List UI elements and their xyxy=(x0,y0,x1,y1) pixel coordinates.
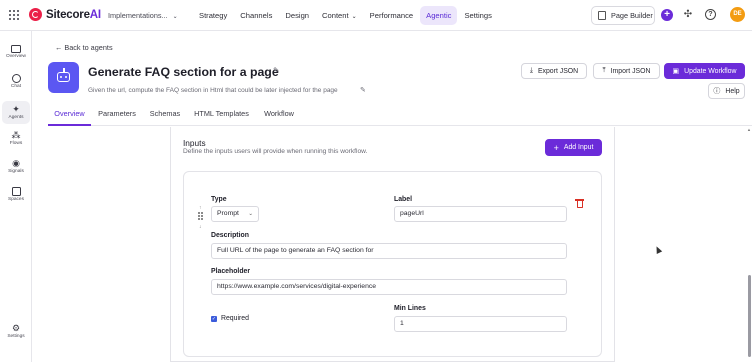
top-nav: Strategy Channels Design Content ⌄ Perfor… xyxy=(193,6,499,25)
update-workflow-button[interactable]: ▣ Update Workflow xyxy=(664,63,745,79)
sidebar-item-chat[interactable]: Chat xyxy=(2,71,30,94)
agent-robot-icon xyxy=(48,62,79,93)
type-select-value: Prompt xyxy=(217,210,239,217)
gear-icon: ⚙ xyxy=(11,323,21,333)
nav-agentic[interactable]: Agentic xyxy=(420,6,458,25)
monitor-icon xyxy=(11,45,21,53)
upload-icon: ⤒ xyxy=(602,67,606,74)
import-json-button[interactable]: ⤒ Import JSON xyxy=(593,63,660,79)
description-label: Description xyxy=(211,232,249,239)
placeholder-input[interactable]: https://www.example.com/services/digital… xyxy=(211,279,567,295)
nav-settings[interactable]: Settings xyxy=(458,6,497,25)
flows-icon: ⁂ xyxy=(11,130,21,140)
nav-strategy[interactable]: Strategy xyxy=(193,6,233,25)
help-circle-icon: ⓘ xyxy=(713,88,721,95)
tab-workflow[interactable]: Workflow xyxy=(258,105,300,126)
label-label: Label xyxy=(394,196,412,203)
chevron-down-icon: ⌄ xyxy=(248,211,253,217)
back-to-agents-link[interactable]: ← Back to agents xyxy=(55,43,113,52)
sparkle-icon: ✦ xyxy=(12,104,20,114)
user-avatar[interactable]: DE xyxy=(730,7,745,22)
required-label: Required xyxy=(221,315,249,322)
tab-bar: Overview Parameters Schemas HTML Templat… xyxy=(48,105,752,126)
inputs-description: Define the inputs users will provide whe… xyxy=(183,148,368,155)
plus-icon: + xyxy=(553,142,559,153)
chevron-down-icon: ⌄ xyxy=(351,14,357,20)
left-sidebar: Overview Chat ✦ Agents ⁂ Flows ◉ Signals… xyxy=(0,31,32,362)
mouse-cursor-icon xyxy=(653,245,663,254)
brand-ai: AI xyxy=(89,8,101,21)
type-select[interactable]: Prompt ⌄ xyxy=(211,206,259,222)
nav-content[interactable]: Content ⌄ xyxy=(316,6,363,25)
page-builder-button[interactable]: Page Builder xyxy=(591,6,655,25)
project-name: Implementations... xyxy=(108,11,168,20)
extensions-puzzle-icon[interactable]: ✣ xyxy=(682,9,694,21)
page-icon xyxy=(598,11,606,20)
spaces-icon xyxy=(11,187,21,196)
project-selector[interactable]: Implementations... ⌄ xyxy=(108,11,178,20)
sidebar-item-signals[interactable]: ◉ Signals xyxy=(2,155,30,178)
type-label: Type xyxy=(211,196,227,203)
help-question-icon[interactable]: ? xyxy=(705,9,716,20)
nav-performance[interactable]: Performance xyxy=(364,6,419,25)
tab-parameters[interactable]: Parameters xyxy=(93,105,141,126)
tab-schemas[interactable]: Schemas xyxy=(144,105,186,126)
move-down-arrow-icon[interactable]: ↓ xyxy=(199,223,202,232)
add-input-button[interactable]: + Add Input xyxy=(545,139,602,156)
download-icon: ⤓ xyxy=(529,67,533,74)
chat-icon xyxy=(11,74,21,83)
min-lines-input[interactable]: 1 xyxy=(394,316,567,332)
scroll-up-arrow-icon[interactable]: ▲ xyxy=(747,127,751,132)
page-builder-label: Page Builder xyxy=(611,11,653,20)
create-plus-icon[interactable]: + xyxy=(661,9,673,21)
sidebar-item-settings[interactable]: ⚙ Settings xyxy=(2,320,30,343)
nav-channels[interactable]: Channels xyxy=(234,6,278,25)
signals-icon: ◉ xyxy=(12,158,20,168)
sidebar-item-agents[interactable]: ✦ Agents xyxy=(2,101,30,124)
save-icon: ▣ xyxy=(672,68,680,75)
edit-title-pencil-icon[interactable]: ✎ xyxy=(273,66,280,75)
chevron-down-icon: ⌄ xyxy=(172,14,178,20)
page-subtitle: Given the url, compute the FAQ section i… xyxy=(88,87,338,94)
page-scrollbar[interactable] xyxy=(748,275,751,357)
top-bar: SitecoreAI Implementations... ⌄ Strategy … xyxy=(0,0,752,31)
brand-name: Sitecore xyxy=(46,8,90,21)
app-switcher-icon[interactable] xyxy=(9,10,19,20)
min-lines-label: Min Lines xyxy=(394,305,426,312)
tab-html-templates[interactable]: HTML Templates xyxy=(190,105,253,126)
sidebar-item-flows[interactable]: ⁂ Flows xyxy=(2,127,30,150)
nav-design[interactable]: Design xyxy=(279,6,315,25)
tab-overview[interactable]: Overview xyxy=(48,105,91,126)
description-input[interactable]: Full URL of the page to generate an FAQ … xyxy=(211,243,567,259)
sitecore-logo[interactable]: SitecoreAI xyxy=(29,8,101,21)
edit-subtitle-pencil-icon[interactable]: ✎ xyxy=(360,86,366,94)
sidebar-item-overview[interactable]: Overview xyxy=(2,41,30,64)
drag-handle-icon[interactable] xyxy=(198,212,203,220)
sidebar-item-spaces[interactable]: Spaces xyxy=(2,184,30,207)
delete-input-trash-icon[interactable] xyxy=(575,198,584,208)
label-input[interactable]: pageUrl xyxy=(394,206,567,222)
export-json-button[interactable]: ⤓ Export JSON xyxy=(521,63,587,79)
required-checkbox[interactable]: ✓ xyxy=(211,316,217,322)
page-title: Generate FAQ section for a page xyxy=(88,65,279,79)
help-button[interactable]: ⓘ Help xyxy=(708,83,745,99)
sitecore-logo-icon xyxy=(29,8,42,21)
inputs-title: Inputs xyxy=(183,138,206,148)
placeholder-label: Placeholder xyxy=(211,268,251,275)
